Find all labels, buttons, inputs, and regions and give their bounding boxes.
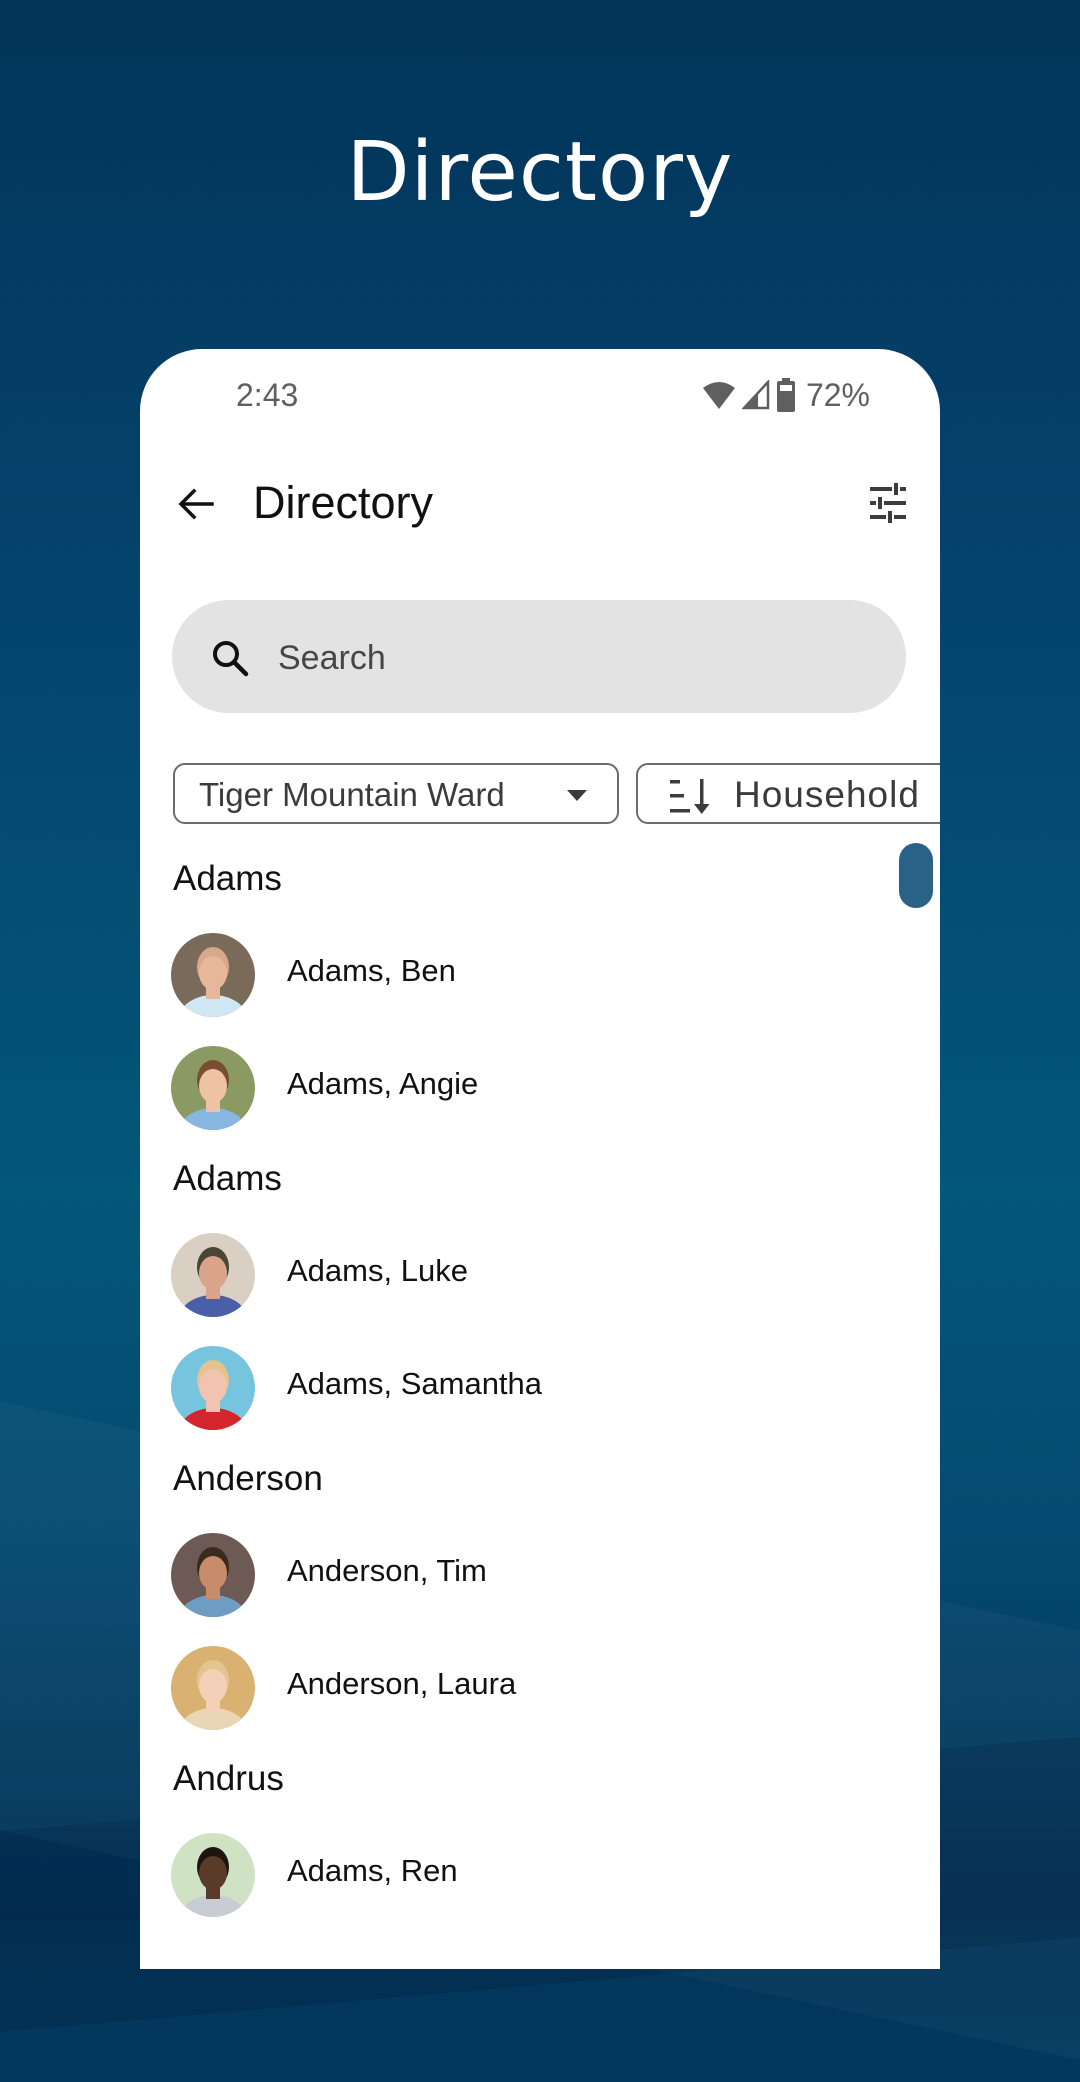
- member-row[interactable]: Adams, Ren: [140, 1813, 940, 1926]
- member-row[interactable]: Anderson, Laura: [140, 1626, 940, 1739]
- sort-household-chip[interactable]: Household: [636, 763, 940, 824]
- avatar: [171, 1233, 255, 1317]
- page-title: Directory: [253, 477, 434, 528]
- member-name: Adams, Angie: [287, 1066, 479, 1101]
- member-row[interactable]: Adams, Ben: [140, 913, 940, 1026]
- member-name: Adams, Ren: [287, 1853, 458, 1888]
- search-icon: [213, 641, 249, 677]
- status-icons: 72%: [702, 375, 870, 415]
- app-bar: Directory: [140, 449, 940, 559]
- search-input[interactable]: [276, 628, 880, 688]
- member-name: Adams, Luke: [287, 1253, 468, 1288]
- section-header: Adams: [173, 1159, 282, 1198]
- avatar-photo: [171, 1833, 255, 1917]
- unit-filter-dropdown[interactable]: Tiger Mountain Ward: [173, 763, 619, 824]
- back-button[interactable]: [174, 482, 218, 526]
- member-row[interactable]: Anderson, Tim: [140, 1513, 940, 1626]
- battery-icon: [776, 378, 795, 412]
- member-name: Adams, Ben: [287, 953, 456, 988]
- avatar-photo: [171, 1346, 255, 1430]
- directory-list: Adams Adams, Ben Adams, Angie Adams Adam…: [140, 839, 940, 1926]
- avatar: [171, 1046, 255, 1130]
- avatar-photo: [171, 1533, 255, 1617]
- member-row[interactable]: Adams, Luke: [140, 1213, 940, 1326]
- section-header: Adams: [173, 859, 282, 898]
- avatar: [171, 933, 255, 1017]
- avatar: [171, 1533, 255, 1617]
- tune-sliders-icon: [870, 483, 906, 523]
- wifi-icon: [702, 382, 735, 409]
- member-name: Anderson, Laura: [287, 1666, 517, 1701]
- caret-down-icon: [567, 790, 587, 801]
- avatar-photo: [171, 1046, 255, 1130]
- directory-section: Andrus Adams, Ren: [140, 1739, 940, 1926]
- sort-descending-icon: [670, 779, 710, 814]
- search-bar[interactable]: [172, 600, 906, 713]
- directory-section: Anderson Anderson, Tim Anderson, Laura: [140, 1439, 940, 1739]
- cell-signal-icon: [741, 380, 770, 410]
- hero-title: Directory: [346, 125, 734, 220]
- unit-filter-label: Tiger Mountain Ward: [199, 776, 505, 813]
- battery-percent: 72%: [805, 376, 870, 413]
- status-bar: 2:43 72%: [140, 349, 940, 439]
- directory-section: Adams Adams, Luke Adams, Samantha: [140, 1139, 940, 1439]
- member-row[interactable]: Adams, Samantha: [140, 1326, 940, 1439]
- member-name: Anderson, Tim: [287, 1553, 487, 1588]
- avatar: [171, 1833, 255, 1917]
- filter-button[interactable]: [866, 481, 910, 525]
- status-time: 2:43: [236, 377, 299, 413]
- phone-screen: 2:43 72% Directory Search Tiger Mountain…: [140, 349, 940, 1969]
- arrow-left-icon: [178, 488, 214, 520]
- directory-section: Adams Adams, Ben Adams, Angie: [140, 839, 940, 1139]
- sort-label: Household: [734, 774, 920, 815]
- section-header: Andrus: [173, 1759, 284, 1798]
- avatar: [171, 1346, 255, 1430]
- section-header: Anderson: [173, 1459, 323, 1498]
- member-name: Adams, Samantha: [287, 1366, 543, 1401]
- avatar-photo: [171, 1646, 255, 1730]
- avatar-photo: [171, 1233, 255, 1317]
- avatar: [171, 1646, 255, 1730]
- member-row[interactable]: Adams, Angie: [140, 1026, 940, 1139]
- avatar-photo: [171, 933, 255, 1017]
